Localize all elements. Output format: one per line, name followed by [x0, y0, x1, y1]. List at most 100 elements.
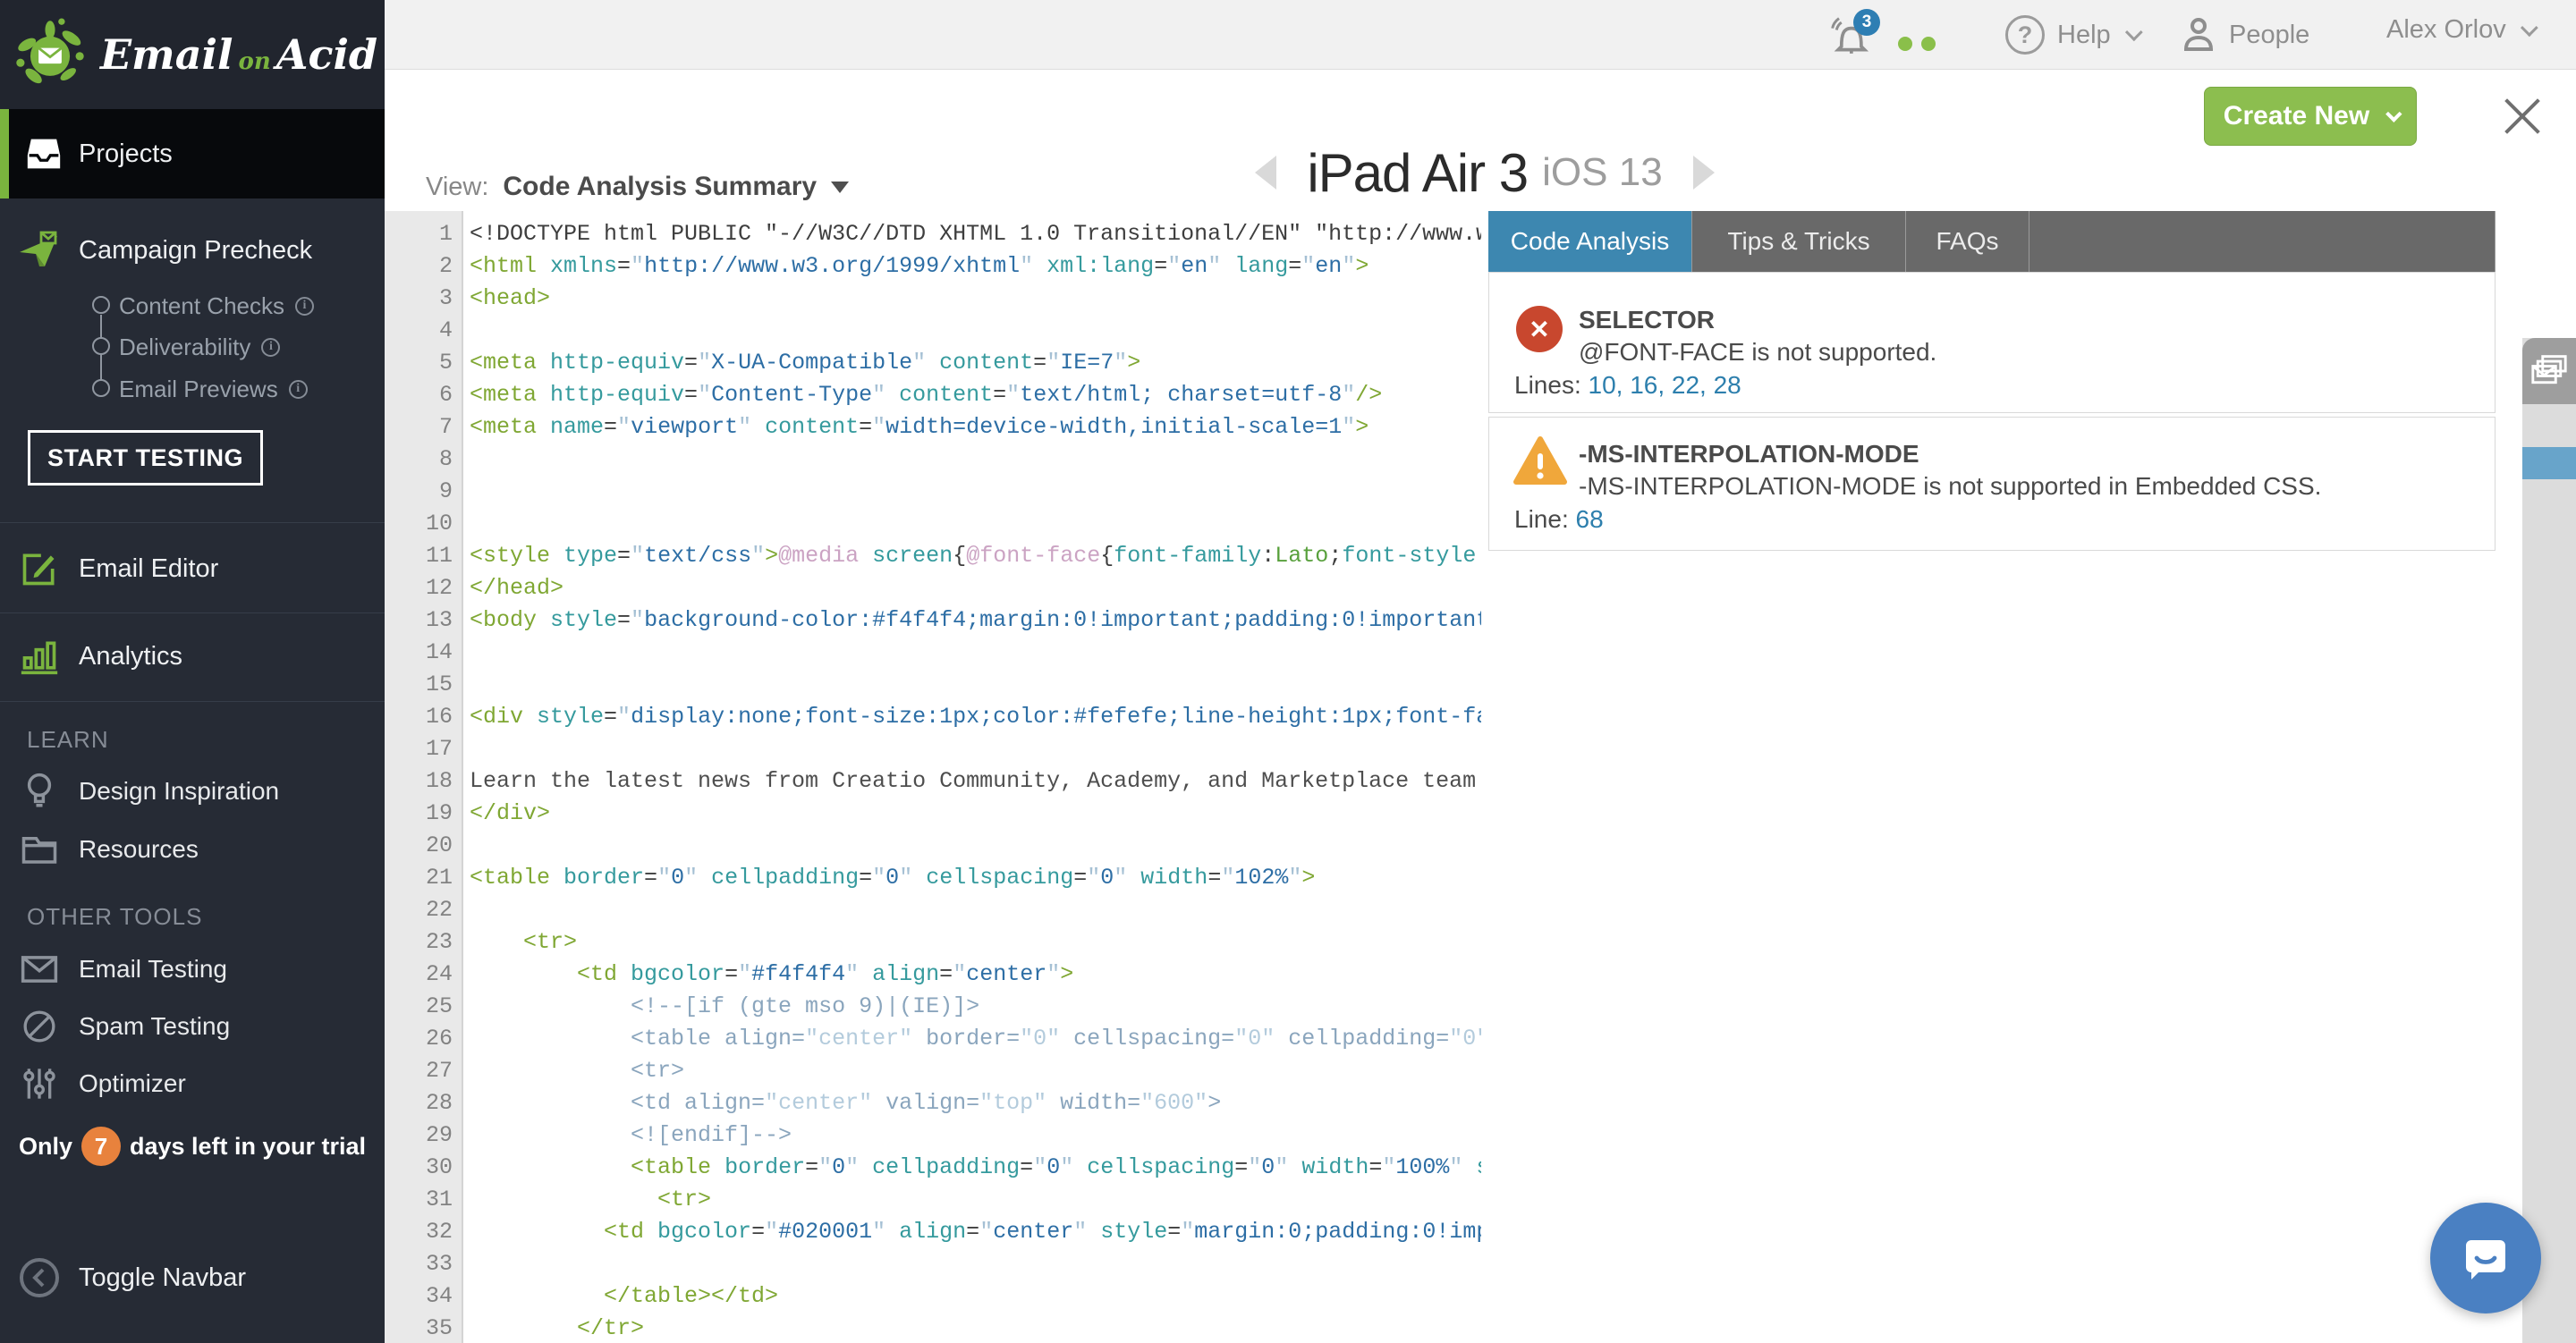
step-circle-icon [92, 296, 110, 314]
sidebar-item-label: Analytics [79, 642, 182, 672]
sidebar-item-design-inspiration[interactable]: Design Inspiration [0, 772, 385, 811]
sidebar-item-projects[interactable]: Projects [0, 109, 385, 198]
sidebar-subitem-label: Content Checks [119, 292, 284, 320]
info-icon[interactable] [295, 297, 314, 316]
code-line [470, 637, 1481, 669]
previous-device-arrow[interactable] [1255, 156, 1276, 190]
sidebar-item-analytics[interactable]: Analytics [0, 629, 385, 683]
caret-down-icon[interactable] [831, 182, 849, 193]
notifications-button[interactable]: 3 [1828, 14, 1871, 55]
sidebar-item-label: Projects [79, 139, 173, 169]
sidebar-subitem-label: Deliverability [119, 334, 250, 361]
code-line: <!DOCTYPE html PUBLIC "-//W3C//DTD XHTML… [470, 218, 1481, 250]
tab-code-analysis[interactable]: Code Analysis [1488, 211, 1692, 272]
code-line: <td align="center" valign="top" width="6… [470, 1087, 1481, 1119]
code-line: <tr> [470, 1055, 1481, 1087]
user-menu[interactable]: Alex Orlov [2386, 15, 2533, 45]
device-os: iOS 13 [1542, 150, 1663, 195]
tab-tips-tricks[interactable]: Tips & Tricks [1692, 211, 1906, 272]
code-line: <td bgcolor="#020001" align="center" sty… [470, 1216, 1481, 1248]
brand-logo[interactable]: EmailonAcid [0, 0, 385, 109]
sidebar-item-label: Optimizer [79, 1069, 186, 1098]
user-name: Alex Orlov [2386, 15, 2506, 45]
step-circle-icon [92, 337, 110, 355]
issue-lines: Lines: 10, 16, 22, 28 [1514, 371, 1741, 400]
issue-message: -MS-INTERPOLATION-MODE is not supported … [1579, 472, 2321, 501]
trial-prefix: Only [19, 1133, 72, 1161]
learn-section-label: LEARN [27, 726, 109, 754]
sidebar-item-content-checks[interactable]: Content Checks [0, 286, 385, 325]
preview-scroll-strip[interactable] [2522, 338, 2576, 1343]
line-number: 7 [385, 411, 462, 443]
info-icon[interactable] [289, 380, 308, 399]
sidebar-item-optimizer[interactable]: Optimizer [0, 1064, 385, 1103]
people-menu[interactable]: People [2181, 15, 2309, 55]
sidebar-item-email-testing[interactable]: Email Testing [0, 950, 385, 989]
sidebar-item-campaign-precheck[interactable]: Campaign Precheck [0, 224, 385, 277]
issue-line-links[interactable]: 10, 16, 22, 28 [1589, 371, 1741, 399]
line-number: 31 [385, 1184, 462, 1216]
issue-message: @FONT-FACE is not supported. [1579, 338, 1936, 367]
code-line: </head> [470, 572, 1481, 604]
line-number: 17 [385, 733, 462, 765]
issue-line-links[interactable]: 68 [1576, 505, 1604, 533]
divider [0, 701, 385, 702]
create-new-button[interactable]: Create New [2204, 87, 2417, 146]
code-line [470, 443, 1481, 476]
tabbar-filler [2029, 211, 2496, 272]
close-icon[interactable] [2501, 95, 2542, 136]
view-label: View: [426, 173, 488, 202]
create-new-label: Create New [2224, 101, 2369, 131]
sidebar-item-deliverability[interactable]: Deliverability [0, 327, 385, 367]
start-testing-button[interactable]: START TESTING [28, 430, 263, 486]
app-window: EmailonAcid Projects Campaign [0, 0, 2576, 1343]
sidebar-item-email-previews[interactable]: Email Previews [0, 369, 385, 409]
code-line: </div> [470, 798, 1481, 830]
brand-wordmark: EmailonAcid [100, 30, 377, 79]
code-line: <table border="0" cellpadding="0" cellsp… [470, 1152, 1481, 1184]
line-number: 25 [385, 991, 462, 1023]
line-number: 26 [385, 1023, 462, 1055]
code-line: <head> [470, 283, 1481, 315]
help-menu[interactable]: Help [2005, 15, 2138, 55]
status-dot-icon [1921, 37, 1936, 51]
code-viewer[interactable]: 1234567891011121314151617181920212223242… [385, 211, 1481, 1343]
toggle-navbar-button[interactable]: Toggle Navbar [0, 1254, 385, 1302]
code-line: <body style="background-color:#f4f4f4;ma… [470, 604, 1481, 637]
line-number: 19 [385, 798, 462, 830]
code-line: <table align="center" border="0" cellspa… [470, 1023, 1481, 1055]
view-value[interactable]: Code Analysis Summary [503, 172, 817, 202]
warning-icon [1513, 435, 1568, 490]
chat-launcher-button[interactable] [2430, 1203, 2541, 1313]
error-icon [1516, 306, 1563, 352]
next-device-arrow[interactable] [1693, 156, 1715, 190]
sidebar-item-resources[interactable]: Resources [0, 830, 385, 869]
code-analysis-panel: Code Analysis Tips & Tricks FAQs SELECTO… [1488, 211, 2496, 551]
line-number: 35 [385, 1313, 462, 1343]
line-number: 9 [385, 476, 462, 508]
tab-faqs[interactable]: FAQs [1906, 211, 2029, 272]
issue-card-warning: -MS-INTERPOLATION-MODE -MS-INTERPOLATION… [1488, 417, 2496, 551]
code-line [470, 476, 1481, 508]
divider [0, 612, 385, 613]
chevron-down-icon [2521, 19, 2538, 37]
code-line [470, 508, 1481, 540]
chevron-down-icon [2125, 23, 2143, 41]
code-line: <tr> [470, 926, 1481, 959]
line-number: 18 [385, 765, 462, 798]
line-number: 21 [385, 862, 462, 894]
code-line: </tr> [470, 1313, 1481, 1343]
code-line: </table></td> [470, 1280, 1481, 1313]
sidebar-item-label: Resources [79, 835, 199, 864]
line-number: 10 [385, 508, 462, 540]
code-line [470, 733, 1481, 765]
email-previews-tab-button[interactable] [2522, 338, 2576, 404]
projects-inbox-icon [9, 136, 79, 172]
sidebar-item-email-editor[interactable]: Email Editor [0, 542, 385, 595]
code-line: <![endif]--> [470, 1119, 1481, 1152]
view-selector[interactable]: View: Code Analysis Summary [426, 172, 849, 202]
sidebar-item-spam-testing[interactable]: Spam Testing [0, 1007, 385, 1046]
info-icon[interactable] [261, 338, 280, 357]
code-line: <html xmlns="http://www.w3.org/1999/xhtm… [470, 250, 1481, 283]
scrollbar-thumb[interactable] [2522, 447, 2576, 479]
